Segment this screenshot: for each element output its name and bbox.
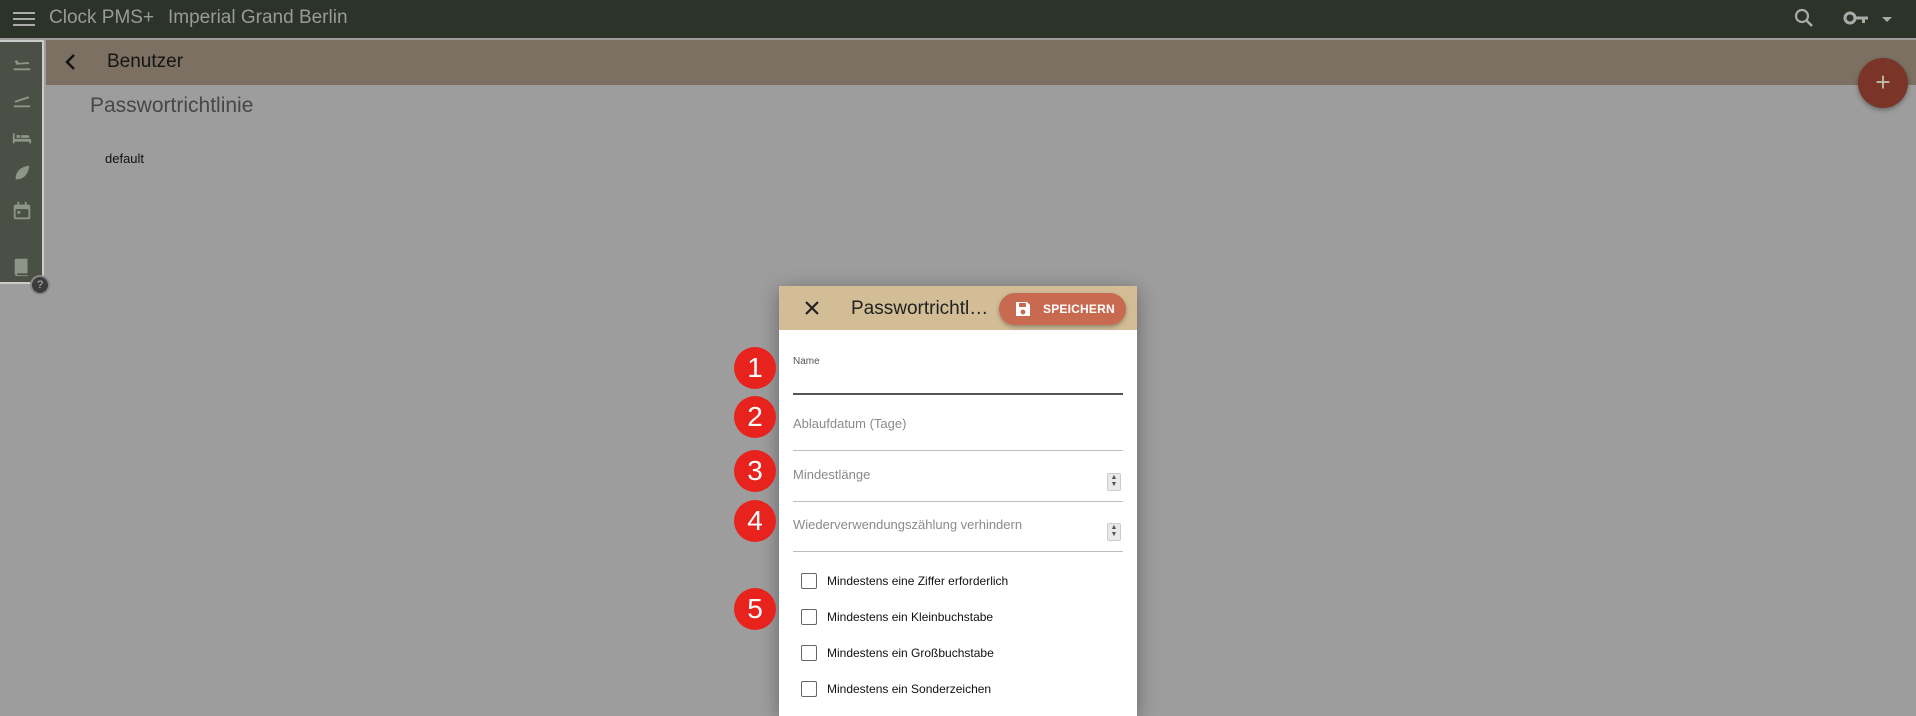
callout-2: 2 — [734, 396, 776, 438]
menu-icon[interactable] — [13, 8, 35, 30]
min-length-stepper[interactable]: ▲ ▼ — [1107, 473, 1121, 491]
hotel-name[interactable]: Imperial Grand Berlin — [168, 7, 348, 29]
dialog-header: Passwortrichtlinie SPEICHERN — [779, 286, 1137, 330]
plane-landing-icon[interactable] — [11, 51, 33, 73]
reuse-count-underline — [793, 551, 1123, 552]
checkbox-label: Mindestens ein Kleinbuchstabe — [827, 610, 994, 624]
callout-1: 1 — [734, 347, 776, 389]
checkbox-box[interactable] — [801, 681, 817, 697]
checkbox-box[interactable] — [801, 609, 817, 625]
app-name: Clock PMS+ — [49, 7, 155, 28]
calendar-icon[interactable] — [11, 200, 33, 222]
side-navigation-rail — [0, 40, 44, 284]
close-icon[interactable] — [803, 299, 821, 317]
plane-departure-icon[interactable] — [11, 88, 33, 110]
top-app-bar: Clock PMS+ Imperial Grand Berlin — [0, 0, 1916, 38]
checkbox-box[interactable] — [801, 573, 817, 589]
add-button[interactable]: + — [1858, 58, 1908, 108]
bed-icon[interactable] — [11, 126, 33, 148]
list-item[interactable]: default — [105, 151, 144, 166]
save-button-label: SPEICHERN — [1043, 302, 1115, 316]
checkbox-box[interactable] — [801, 645, 817, 661]
leaf-icon[interactable] — [11, 162, 33, 184]
expiry-days-placeholder: Ablaufdatum (Tage) — [793, 416, 907, 431]
reuse-count-field[interactable]: Wiederverwendungszählung verhindern ▲ ▼ — [793, 511, 1123, 553]
min-length-field[interactable]: Mindestlänge ▲ ▼ — [793, 461, 1123, 503]
callout-3: 3 — [734, 450, 776, 492]
page-header-title: Benutzer — [107, 51, 184, 72]
checkbox-label: Mindestens ein Großbuchstabe — [827, 646, 994, 660]
checkbox-label: Mindestens eine Ziffer erforderlich — [827, 574, 1009, 588]
back-arrow-icon[interactable] — [60, 51, 82, 73]
checkbox-label: Mindestens ein Sonderzeichen — [827, 682, 992, 696]
save-button[interactable]: SPEICHERN — [999, 293, 1126, 325]
name-field-label: Name — [793, 356, 820, 367]
help-icon[interactable]: ? — [30, 275, 50, 295]
expiry-days-field[interactable]: Ablaufdatum (Tage) — [793, 410, 1123, 452]
key-icon[interactable] — [1842, 6, 1870, 30]
section-title: Passwortrichtlinie — [90, 94, 254, 117]
min-length-underline — [793, 501, 1123, 502]
expiry-days-underline — [793, 450, 1123, 451]
save-icon — [1016, 302, 1030, 316]
min-length-placeholder: Mindestlänge — [793, 467, 871, 482]
password-policy-dialog: Passwortrichtlinie SPEICHERN Name Ablauf… — [779, 286, 1137, 716]
book-icon[interactable] — [11, 256, 33, 278]
name-field-underline — [793, 393, 1123, 395]
callout-4: 4 — [734, 500, 776, 542]
page-header: Benutzer — [46, 40, 1916, 85]
callout-5: 5 — [734, 588, 776, 630]
name-field[interactable]: Name — [793, 356, 1123, 396]
chevron-down-icon[interactable] — [1878, 10, 1896, 28]
search-icon[interactable] — [1792, 6, 1816, 30]
reuse-count-placeholder: Wiederverwendungszählung verhindern — [793, 517, 1023, 532]
dialog-title: Passwortrichtlinie — [851, 298, 991, 319]
reuse-count-stepper[interactable]: ▲ ▼ — [1107, 523, 1121, 541]
